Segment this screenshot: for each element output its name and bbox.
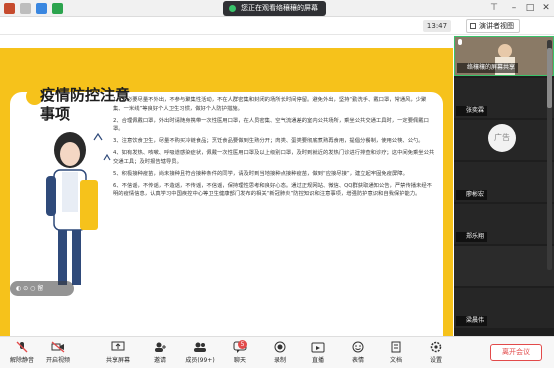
participant-tile[interactable]: 张奕霖: [454, 78, 554, 118]
doctor-illustration: [46, 132, 111, 285]
slide-line: 1、非必要尽量不外出，不参与聚集性活动，不在人群密集和封闭的场所长时间停留。避免…: [113, 97, 427, 112]
signal-icon: [52, 3, 63, 14]
live-icon: [311, 342, 325, 353]
maximize-icon[interactable]: □: [524, 2, 536, 14]
meeting-toolbar: 解除静音 开启视频 共享屏幕 邀请 成员(99+) 聊天 5 录制 直播 表情 …: [0, 336, 554, 368]
emoji-icon: [352, 341, 364, 353]
participant-name: 郑乐翔: [456, 232, 488, 242]
network-icon: [20, 3, 31, 14]
sharing-dot-icon: [229, 5, 236, 12]
participant-tile[interactable]: [454, 246, 554, 286]
participant-name: 梁晨伟: [456, 316, 488, 326]
participant-tile[interactable]: 梁晨伟: [454, 288, 554, 328]
record-label: 录制: [273, 357, 286, 364]
settings-label: 设置: [429, 357, 442, 364]
participant-avatar: 广告: [488, 124, 516, 152]
participant-scrollbar[interactable]: [547, 40, 552, 270]
grid-icon: [470, 23, 476, 29]
view-switch-button[interactable]: 演讲者视图: [466, 19, 520, 33]
share-screen-label: 共享屏幕: [105, 357, 130, 364]
annotation-controls-label: ◐ ⊙ ○ 留: [16, 285, 44, 292]
mic-icon: [458, 39, 462, 45]
slide-line: 4、如有发热、咳嗽、呼吸道感染症状，佩戴一次性医用口罩及以上级别口罩，及时到就近…: [113, 150, 435, 165]
video-off-icon: [51, 341, 65, 353]
participant-name: 络穰穰的屏幕共享: [457, 63, 519, 73]
participant-tile[interactable]: 广告: [454, 120, 554, 160]
minimize-icon[interactable]: –: [508, 2, 520, 14]
annotation-controls[interactable]: ◐ ⊙ ○ 留: [10, 281, 74, 296]
mic-muted-icon: [16, 341, 28, 353]
scrollbar-thumb[interactable]: [547, 48, 552, 108]
shield-icon: [36, 3, 47, 14]
unmute-button[interactable]: 解除静音: [4, 339, 40, 367]
emoji-button[interactable]: 表情: [340, 339, 376, 367]
share-screen-icon: [111, 341, 125, 351]
invite-icon: [155, 342, 166, 352]
meeting-timer: 13:47: [423, 20, 451, 32]
slide-line: 5、积极接种疫苗，尚未接种且符合接种条件的同学，请及时到当地接种点接种疫苗，做到…: [113, 170, 408, 177]
unmute-label: 解除静音: [9, 357, 34, 364]
live-button[interactable]: 直播: [300, 339, 336, 367]
chat-badge: 5: [238, 340, 247, 349]
view-switch-label: 演讲者视图: [479, 22, 514, 30]
avatar-label: 广告: [494, 133, 510, 142]
members-label: 成员(99+): [185, 357, 215, 364]
share-status-pill[interactable]: 您正在观看络穰穰的屏幕: [223, 1, 326, 16]
leave-meeting-button[interactable]: 离开会议: [490, 344, 542, 361]
app-logo-icon: [4, 3, 15, 14]
settings-icon: [430, 341, 442, 353]
share-screen-button[interactable]: 共享屏幕: [100, 339, 136, 367]
participant-tile[interactable]: 廖彬宏: [454, 162, 554, 202]
settings-button[interactable]: 设置: [418, 339, 454, 367]
record-icon: [274, 341, 286, 353]
document-icon: [391, 341, 401, 353]
meeting-topbar: 13:47 演讲者视图: [0, 17, 554, 35]
invite-button[interactable]: 邀请: [142, 339, 178, 367]
start-video-label: 开启视频: [45, 357, 70, 364]
slide-line: 6、不信谣，不传谣，不造谣，不传谣，不信谣，保持理性思考和良好心态。通过正规网站…: [113, 182, 432, 198]
close-icon[interactable]: ✕: [540, 2, 552, 14]
participant-panel: 络穰穰的屏幕共享 张奕霖 广告 廖彬宏 郑乐翔 梁晨伟: [454, 36, 554, 336]
chat-label: 聊天: [233, 357, 246, 364]
document-button[interactable]: 文档: [378, 339, 414, 367]
document-label: 文档: [389, 357, 402, 364]
members-button[interactable]: 成员(99+): [182, 339, 218, 367]
invite-label: 邀请: [153, 357, 166, 364]
participant-tile[interactable]: 郑乐翔: [454, 204, 554, 244]
record-button[interactable]: 录制: [262, 339, 298, 367]
slide-body-text: 1、非必要尽量不外出，不参与聚集性活动，不在人群密集和封闭的场所长时间停留。避免…: [113, 96, 435, 202]
pin-icon[interactable]: ⊤: [488, 2, 500, 14]
emoji-label: 表情: [351, 357, 364, 364]
window-titlebar: 您正在观看络穰穰的屏幕 ⊤ – □ ✕: [0, 0, 554, 17]
start-video-button[interactable]: 开启视频: [40, 339, 76, 367]
live-label: 直播: [311, 357, 324, 364]
members-icon: [194, 342, 206, 352]
participant-name: 廖彬宏: [456, 190, 488, 200]
slide-line: 2、合理佩戴口罩，外出时请随身携带一次性医用口罩，在人员密集、空气流通差的室内公…: [113, 117, 429, 133]
slide-line: 3、注意饮食卫生，尽量不购买冷链食品；烹饪食品要做到生熟分开；肉类、蛋类要彻底煮…: [113, 138, 424, 145]
participant-name: 张奕霖: [456, 106, 488, 116]
share-status-text: 您正在观看络穰穰的屏幕: [241, 4, 318, 12]
participant-tile[interactable]: 络穰穰的屏幕共享: [454, 36, 554, 76]
